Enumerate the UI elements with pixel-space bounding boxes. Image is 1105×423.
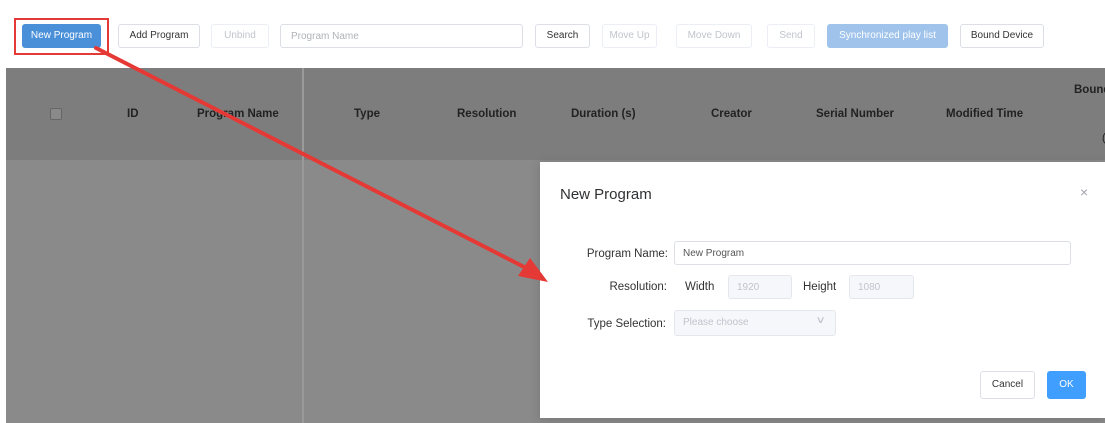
width-input[interactable] bbox=[728, 275, 792, 299]
column-id: ID bbox=[127, 108, 139, 120]
type-selection-placeholder: Please choose bbox=[683, 317, 749, 328]
column-serial-number: Serial Number bbox=[816, 108, 894, 120]
type-selection-dropdown[interactable]: Please choose ∨ bbox=[674, 310, 836, 336]
close-icon[interactable]: × bbox=[1080, 184, 1088, 200]
ok-button[interactable]: OK bbox=[1047, 371, 1086, 399]
column-type: Type bbox=[354, 108, 380, 120]
column-resolution: Resolution bbox=[457, 108, 517, 120]
toolbar: New Program Add Program Unbind Search Mo… bbox=[0, 0, 1105, 60]
cancel-button[interactable]: Cancel bbox=[980, 371, 1035, 399]
send-button[interactable]: Send bbox=[767, 24, 815, 48]
height-input[interactable] bbox=[849, 275, 914, 299]
new-program-dialog: New Program × Program Name: Resolution: … bbox=[540, 162, 1105, 418]
column-program-name: Program Name bbox=[197, 108, 279, 120]
add-program-button[interactable]: Add Program bbox=[118, 24, 200, 48]
table-header: ID Program Name Type Resolution Duration… bbox=[6, 68, 1105, 160]
synchronized-play-list-button[interactable]: Synchronized play list bbox=[827, 24, 948, 48]
new-program-highlight bbox=[14, 18, 109, 55]
search-button[interactable]: Search bbox=[535, 24, 590, 48]
move-down-button[interactable]: Move Down bbox=[676, 24, 752, 48]
fixed-column-divider bbox=[302, 68, 304, 423]
select-all-checkbox[interactable] bbox=[50, 108, 62, 120]
bound-device-button[interactable]: Bound Device bbox=[960, 24, 1044, 48]
chevron-down-icon: ∨ bbox=[815, 315, 826, 326]
program-name-search-input[interactable] bbox=[280, 24, 523, 48]
move-up-button[interactable]: Move Up bbox=[602, 24, 657, 48]
column-creator: Creator bbox=[711, 108, 752, 120]
dialog-title: New Program bbox=[560, 186, 652, 203]
resolution-label: Resolution: bbox=[609, 281, 667, 293]
column-duration: Duration (s) bbox=[571, 108, 636, 120]
column-modified-time: Modified Time bbox=[946, 108, 1024, 120]
program-name-input[interactable] bbox=[674, 241, 1071, 265]
program-name-label: Program Name: bbox=[586, 248, 668, 260]
column-bound: Bound bbox=[1074, 84, 1105, 96]
width-label: Width bbox=[685, 281, 715, 293]
type-selection-label: Type Selection: bbox=[587, 318, 666, 330]
height-label: Height bbox=[803, 281, 837, 293]
unbind-button[interactable]: Unbind bbox=[211, 24, 269, 48]
